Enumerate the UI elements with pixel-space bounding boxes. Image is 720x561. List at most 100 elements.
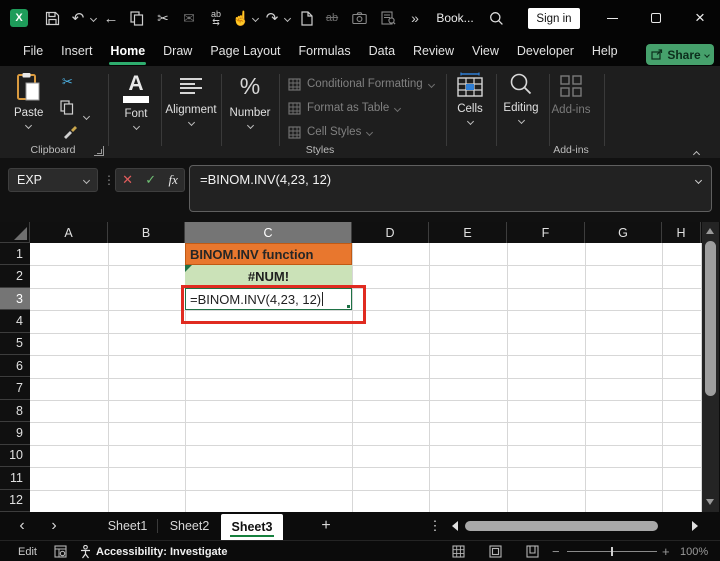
row-header-9[interactable]: 9 [0,422,30,445]
expand-formula-bar-button[interactable] [694,176,703,185]
ribbon-tab-draw[interactable]: Draw [154,38,201,64]
zoom-in-button[interactable]: + [662,541,670,561]
camera-icon[interactable] [350,0,368,36]
vertical-scroll-thumb[interactable] [705,241,716,396]
document-title[interactable]: Book... [432,0,478,36]
ribbon-tab-formulas[interactable]: Formulas [290,38,360,64]
document-inspect-icon[interactable] [378,0,398,36]
styles-item-format-as-table[interactable]: Format as Table [288,100,402,116]
zoom-slider-thumb[interactable] [611,547,613,556]
cells-menu-button[interactable]: Cells [448,72,492,126]
zoom-level[interactable]: 100% [680,541,708,561]
sheet-tab-sheet3[interactable]: Sheet3 [221,514,283,540]
sheet-tab-sheet1[interactable]: Sheet1 [100,512,155,540]
name-box[interactable]: EXP [8,168,98,192]
row-header-4[interactable]: 4 [0,310,30,333]
ribbon-tab-file[interactable]: File [14,38,52,64]
ribbon-tab-help[interactable]: Help [583,38,627,64]
insert-function-button[interactable]: fx [168,172,177,188]
new-file-icon[interactable] [298,0,316,36]
zoom-out-button[interactable]: − [552,541,560,561]
page-layout-view-button[interactable] [489,541,502,561]
select-all-corner[interactable] [0,222,30,243]
hscroll-right-icon[interactable] [692,521,698,531]
format-painter-button[interactable] [62,124,78,145]
row-header-3[interactable]: 3 [0,287,30,311]
more-commands-icon[interactable]: » [408,0,422,36]
ribbon-tab-review[interactable]: Review [404,38,463,64]
column-header-C[interactable]: C [185,222,352,243]
name-box-resize-handle[interactable]: ⋮ [103,168,115,192]
copy-button[interactable] [60,100,74,120]
cell-C1[interactable]: BINOM.INV function [185,243,352,266]
row-header-5[interactable]: 5 [0,332,30,356]
enter-button[interactable]: ✓ [145,172,156,188]
clipboard-dialog-launcher-icon[interactable] [94,146,104,156]
normal-view-button[interactable] [452,541,465,561]
save-icon[interactable] [42,0,62,36]
undo-icon[interactable]: ↶ [70,0,86,36]
redo-dropdown-icon[interactable] [282,0,292,36]
row-header-2[interactable]: 2 [0,265,30,288]
font-menu-button[interactable]: A Font [112,73,160,131]
add-sheet-button[interactable]: + [316,512,336,540]
formula-input[interactable]: =BINOM.INV(4,23, 12) [189,165,712,212]
ribbon-tab-data[interactable]: Data [360,38,404,64]
sheet-menu-icon[interactable]: ⋮ [428,512,442,540]
hscroll-left-icon[interactable] [452,521,458,531]
share-button[interactable]: Share [646,44,714,65]
ribbon-tab-view[interactable]: View [463,38,508,64]
strikethrough-icon[interactable]: ab [322,0,342,36]
row-header-8[interactable]: 8 [0,399,30,423]
ribbon-tab-home[interactable]: Home [101,38,154,65]
ribbon-tab-insert[interactable]: Insert [52,38,101,64]
column-header-D[interactable]: D [352,222,429,243]
number-menu-button[interactable]: % Number [224,74,276,130]
cancel-button[interactable]: ✕ [122,172,133,188]
sheet-nav-left-icon[interactable]: ‹ [12,512,32,540]
minimize-button[interactable] [600,0,624,36]
touch-mode-dropdown-icon[interactable] [250,0,260,36]
row-header-1[interactable]: 1 [0,243,30,266]
copy-icon[interactable] [128,0,146,36]
copy-dropdown-icon[interactable] [82,106,91,124]
redo-icon[interactable]: ↷ [264,0,280,36]
sheet-nav-right-icon[interactable]: › [44,512,64,540]
column-header-H[interactable]: H [662,222,701,243]
cut-icon[interactable]: ✂ [155,0,171,36]
back-icon[interactable]: ← [102,0,120,36]
row-header-6[interactable]: 6 [0,355,30,378]
sheet-tab-sheet2[interactable]: Sheet2 [162,512,217,540]
maximize-button[interactable] [644,0,668,36]
excel-logo[interactable]: X [10,9,28,27]
sign-in-button[interactable]: Sign in [528,8,580,29]
vertical-scrollbar[interactable] [702,222,719,512]
styles-item-cell-styles[interactable]: Cell Styles [288,124,374,140]
row-header-11[interactable]: 11 [0,467,30,490]
column-header-F[interactable]: F [507,222,585,243]
paste-button[interactable]: Paste [14,72,43,130]
undo-dropdown-icon[interactable] [88,0,98,36]
find-replace-icon[interactable]: ab ⇆ [207,0,225,36]
styles-item-conditional-formatting[interactable]: Conditional Formatting [288,76,435,92]
accessibility-status[interactable]: Accessibility: Investigate [80,541,227,561]
column-header-B[interactable]: B [108,222,185,243]
page-break-view-button[interactable] [526,541,539,561]
scroll-up-icon[interactable] [706,228,714,234]
editing-menu-button[interactable]: Editing [496,72,546,125]
cut-button[interactable]: ✂ [62,74,73,90]
scroll-down-icon[interactable] [706,499,714,505]
close-button[interactable]: × [688,0,712,36]
row-header-10[interactable]: 10 [0,444,30,468]
column-header-E[interactable]: E [429,222,507,243]
macro-record-icon[interactable] [54,541,67,561]
row-header-7[interactable]: 7 [0,377,30,400]
ribbon-tab-page-layout[interactable]: Page Layout [201,38,289,64]
column-header-G[interactable]: G [585,222,662,243]
row-header-12[interactable]: 12 [0,489,30,512]
alignment-menu-button[interactable]: Alignment [163,78,219,127]
add-ins-button[interactable]: Add-ins [549,74,593,116]
horizontal-scroll-thumb[interactable] [465,521,658,531]
search-icon[interactable] [486,0,506,36]
touch-mode-icon[interactable]: ☝ [232,0,249,36]
